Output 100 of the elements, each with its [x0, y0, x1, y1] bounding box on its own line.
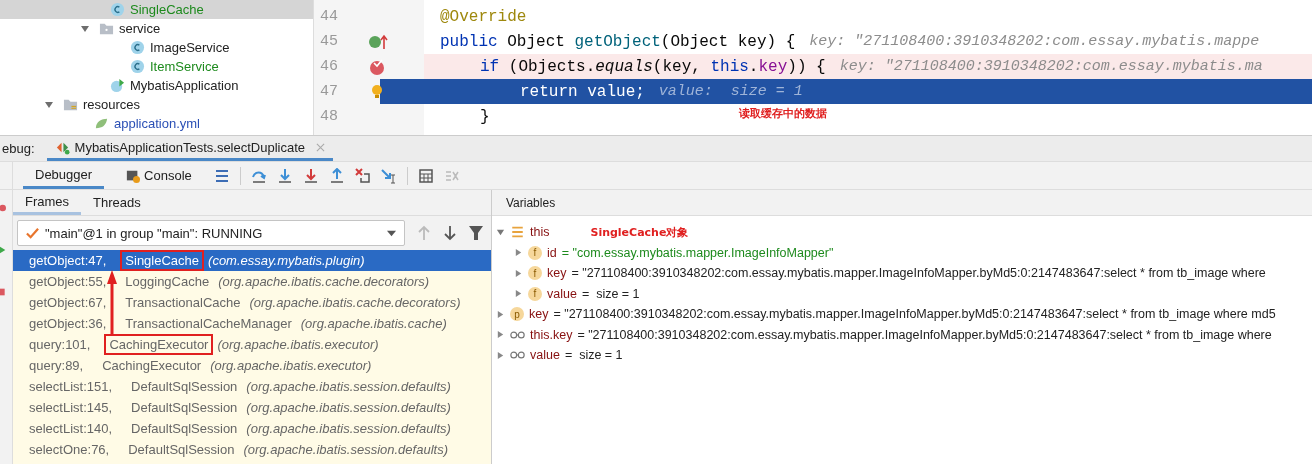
panel-header: Variables	[492, 190, 1312, 216]
filter-icon[interactable]	[469, 225, 483, 241]
stack-frame[interactable]: selectList:145, DefaultSqlSession (org.apache.ibatis.session.defaults)	[13, 397, 491, 418]
expand-arrow-icon[interactable]	[44, 99, 54, 110]
frame-method: selectList:140,	[29, 421, 113, 436]
variable-value: = "com.essay.mybatis.mapper.ImageInfoMapper"	[561, 245, 834, 260]
code-token: getObject	[574, 32, 661, 51]
variable-row[interactable]: f value = size = 1	[492, 283, 1312, 304]
code-token: (key,	[652, 57, 702, 76]
run-to-cursor-icon[interactable]	[380, 167, 397, 184]
frame-method: selectList:151,	[29, 379, 113, 394]
stack-frame[interactable]: selectOne:76, DefaultSqlSession (org.apache.ibatis.session.defaults)	[13, 439, 491, 460]
class-icon	[110, 78, 125, 93]
variable-name: key	[529, 307, 549, 322]
down-arrow-icon[interactable]	[443, 225, 457, 241]
variable-row[interactable]: p key = "271108400:3910348202:com.essay.mybatis.mapper.ImageInfoMapper.byMd5:0:2147483647:select * from tb_image where md5	[492, 304, 1312, 325]
frame-package: (org.apache.ibatis.session.defaults)	[246, 379, 451, 394]
expand-arrow-icon[interactable]	[514, 248, 523, 258]
variable-name: id	[547, 245, 557, 260]
frame-class: DefaultSqlSession	[130, 420, 239, 438]
frame-class: CachingExecutor	[101, 357, 203, 375]
stack-frame[interactable]: selectList:151, DefaultSqlSession (org.apache.ibatis.session.defaults)	[13, 376, 491, 397]
tree-item[interactable]: ItemService	[0, 57, 313, 76]
stack-frame[interactable]: query:89, CachingExecutor (org.apache.ibatis.executor)	[13, 355, 491, 376]
stack-frame[interactable]: getObject:47, SingleCache (com.essay.mybatis.plugin)	[13, 250, 491, 271]
stack-frame[interactable]: getObject:67, TransactionalCache (org.apache.ibatis.cache.decorators)	[13, 292, 491, 313]
dropdown-arrow-icon	[387, 228, 396, 238]
frame-package: (org.apache.ibatis.cache.decorators)	[249, 295, 461, 310]
frame-package: (org.apache.ibatis.session.defaults)	[246, 400, 451, 415]
leaf-icon	[94, 116, 109, 131]
line-number: 46	[319, 58, 339, 75]
variable-row[interactable]: f key = "271108400:3910348202:com.essay.mybatis.mapper.ImageInfoMapper.byMd5:0:2147483647:select * from tb_image where	[492, 263, 1312, 284]
step-out-icon[interactable]	[328, 167, 345, 184]
annotation-arrow	[105, 270, 119, 336]
stop-icon[interactable]	[0, 202, 8, 214]
resume-icon[interactable]	[0, 244, 8, 256]
drop-frame-icon[interactable]	[354, 167, 371, 184]
stack-frame[interactable]: selectList:140, DefaultSqlSession (org.apache.ibatis.session.defaults)	[13, 418, 491, 439]
tree-item[interactable]: service	[0, 19, 313, 38]
expand-arrow-icon[interactable]	[514, 268, 523, 278]
code-token: (Object key) {	[660, 32, 796, 51]
variable-value: = size = 1	[564, 348, 623, 363]
code-token: if	[480, 57, 501, 76]
frame-method: selectList:145,	[29, 400, 113, 415]
expand-arrow-icon[interactable]	[80, 23, 90, 34]
object-icon	[510, 225, 525, 240]
class-icon	[110, 2, 125, 17]
close-icon[interactable]	[316, 142, 326, 152]
implements-marker-icon[interactable]	[368, 33, 390, 50]
panel-tab[interactable]: Frames	[13, 190, 82, 215]
variable-name: key	[547, 266, 567, 281]
tree-item[interactable]: MybatisApplication	[0, 76, 313, 95]
variable-value: = "271108400:3910348202:com.essay.mybatis.mapper.ImageInfoMapper.byMd5:0:2147483647:select * from tb_image where	[571, 266, 1266, 281]
variable-name: value	[547, 286, 577, 301]
force-step-into-icon[interactable]	[302, 167, 319, 184]
tool-tab[interactable]: Console	[114, 162, 204, 189]
expand-arrow-icon[interactable]	[496, 350, 505, 360]
expand-arrow-icon[interactable]	[496, 227, 505, 237]
thread-dropdown[interactable]: "main"@1 in group "main": RUNNING	[17, 220, 405, 246]
variable-row[interactable]: value = size = 1	[492, 345, 1312, 366]
frame-class: DefaultSqlSession	[130, 399, 239, 417]
class-icon	[130, 40, 145, 55]
frame-package: (com.essay.mybatis.plugin)	[208, 253, 365, 268]
code-token: key	[758, 57, 788, 76]
menu-icon[interactable]	[213, 167, 230, 184]
frame-method: query:101,	[29, 337, 91, 352]
stack-frame[interactable]: getObject:36, TransactionalCacheManager (org.apache.ibatis.cache)	[13, 313, 491, 334]
tree-item[interactable]: application.yml	[0, 114, 313, 133]
variable-row[interactable]: f id = "com.essay.mybatis.mapper.ImageInfoMapper"	[492, 242, 1312, 263]
panel-tab[interactable]: Threads	[81, 190, 153, 215]
check-icon	[26, 226, 39, 240]
field-badge: f	[528, 266, 542, 281]
frame-package: (org.apache.ibatis.cache)	[300, 316, 447, 331]
stack-frame[interactable]: query:101, CachingExecutor (org.apache.ibatis.executor)	[13, 334, 491, 355]
debug-label: ebug:	[1, 140, 36, 158]
code-token: Object	[507, 32, 566, 51]
calculator-icon[interactable]	[417, 167, 434, 184]
variable-name: this	[530, 225, 550, 240]
expand-arrow-icon[interactable]	[496, 330, 505, 340]
console-icon	[126, 168, 141, 183]
field-badge: f	[528, 245, 542, 260]
stop-icon[interactable]	[0, 286, 8, 298]
frame-package: (org.apache.ibatis.executor)	[210, 358, 372, 373]
expand-arrow-icon[interactable]	[514, 289, 523, 299]
stack-frame[interactable]: getObject:55, LoggingCache (org.apache.ibatis.cache.decorators)	[13, 271, 491, 292]
expand-arrow-icon[interactable]	[496, 309, 505, 319]
inline-value-hint: key: "271108400:3910348202:com.essay.mybatis.mappe	[809, 33, 1260, 50]
code-token: }	[480, 107, 490, 126]
tree-item[interactable]: ImageService	[0, 38, 313, 57]
variable-row[interactable]: this.key = "271108400:3910348202:com.essay.mybatis.mapper.ImageInfoMapper.byMd5:0:2147483647:select * from tb_image where	[492, 324, 1312, 345]
variable-value: = size = 1	[581, 286, 640, 301]
step-into-icon[interactable]	[276, 167, 293, 184]
code-token: this	[710, 57, 749, 76]
frame-package: (org.apache.ibatis.cache.decorators)	[218, 274, 430, 289]
code-editor[interactable]	[314, 0, 1312, 135]
frame-package: (org.apache.ibatis.session.defaults)	[246, 421, 451, 436]
variable-row[interactable]: this SingleCache对象	[492, 222, 1312, 243]
frame-class: SingleCache	[120, 250, 205, 271]
tree-item[interactable]: resources	[0, 95, 313, 114]
tree-item-label: application.yml	[114, 116, 200, 131]
